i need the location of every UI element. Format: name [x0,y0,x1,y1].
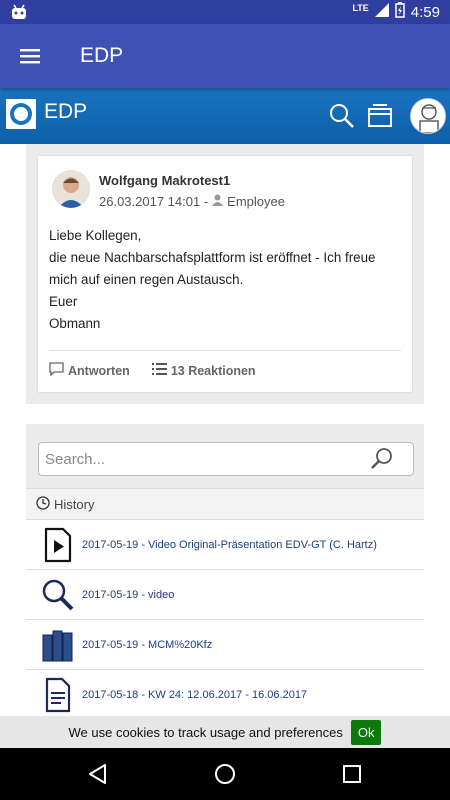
post-actions: Antworten 13 Reaktionen [49,362,256,379]
edp-logo-icon[interactable] [6,99,36,129]
history-item-label: 2017-05-19 - video [82,588,175,601]
app-bar: EDP [0,24,450,88]
clock-icon [36,495,50,513]
main-content[interactable]: Wolfgang Makrotest1 26.03.2017 14:01 - E… [0,144,450,716]
history-item[interactable]: 2017-05-19 - video [26,570,424,620]
search-icon [40,577,76,613]
cookie-ok-button[interactable]: Ok [350,719,382,745]
history-item-label: 2017-05-18 - KW 24: 12.06.2017 - 16.06.2… [82,688,308,701]
post-author[interactable]: Wolfgang Makrotest1 [99,173,230,188]
clock-text: 4:59 [410,3,440,21]
history-title: History [54,496,95,512]
site-header: EDP [0,88,450,144]
search-icon[interactable] [369,446,395,472]
document-icon [40,677,76,713]
search-box [38,442,414,476]
recents-icon[interactable] [340,762,364,786]
person-icon [212,194,224,209]
window-switch-icon[interactable] [366,102,394,130]
video-file-icon [40,527,76,563]
history-header: History [26,488,424,520]
network-type: LTE [352,3,369,13]
history-item[interactable]: 2017-05-19 - MCM%20Kfz [26,620,424,670]
post-body-line: die neue Nachbarschafsplattform ist eröf… [49,250,376,265]
post-card: Wolfgang Makrotest1 26.03.2017 14:01 - E… [38,156,412,392]
user-avatar[interactable] [410,98,446,134]
reply-label: Antworten [68,363,130,378]
post-body-line: Obmann [49,316,101,331]
history-item-label: 2017-05-19 - Video Original-Präsentation… [82,538,377,551]
post-container: Wolfgang Makrotest1 26.03.2017 14:01 - E… [26,144,424,404]
history-list: History 2017-05-19 - Video Original-Präs… [26,488,424,716]
books-icon [40,627,76,663]
hamburger-menu-icon[interactable] [18,44,42,68]
home-icon[interactable] [213,762,237,786]
site-title: EDP [44,100,88,123]
post-body-line: Euer [49,294,78,309]
history-item[interactable]: 2017-05-19 - Video Original-Präsentation… [26,520,424,570]
status-bar: LTE 4:59 [0,0,450,24]
post-date: 26.03.2017 14:01 - [99,194,209,209]
reactions-label: 13 Reaktionen [170,363,256,378]
divider [49,350,401,351]
history-item-label: 2017-05-19 - MCM%20Kfz [82,638,213,651]
search-input[interactable] [45,449,365,469]
app-title: EDP [80,44,124,67]
post-body-line: Liebe Kollegen, [49,228,142,243]
battery-icon [395,2,405,22]
history-panel: History 2017-05-19 - Video Original-Präs… [26,424,424,716]
signal-icon [374,3,389,21]
history-item[interactable]: 2017-05-18 - KW 24: 12.06.2017 - 16.06.2… [26,670,424,716]
search-icon[interactable] [328,102,356,130]
author-role: Employee [227,194,285,209]
reactions-button[interactable]: 13 Reaktionen [151,362,256,379]
post-meta: 26.03.2017 14:01 - Employee [99,194,285,209]
comment-icon [49,362,64,379]
cookie-banner: We use cookies to track usage and prefer… [0,716,450,748]
post-body: Liebe Kollegen, die neue Nachbarschafspl… [49,225,404,335]
post-body-line: mich auf einen regen Austausch. [49,272,244,287]
reply-button[interactable]: Antworten [49,362,130,379]
back-icon[interactable] [86,762,110,786]
author-avatar[interactable] [52,170,90,208]
list-icon [151,362,167,379]
cookie-message: We use cookies to track usage and prefer… [68,724,343,740]
system-nav-bar [0,748,450,800]
android-debug-icon [10,4,28,25]
